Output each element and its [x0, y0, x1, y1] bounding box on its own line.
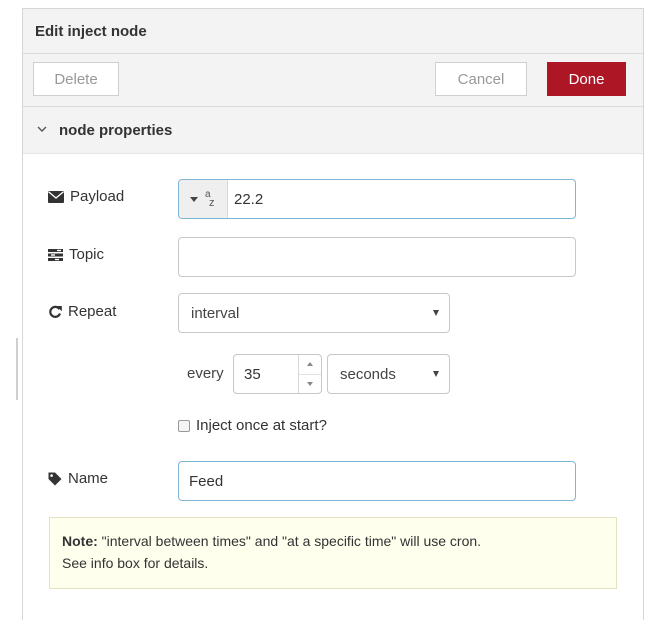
dialog-toolbar: Delete Cancel Done — [23, 54, 643, 107]
topic-label: Topic — [69, 246, 105, 263]
properties-form: Payload az 22.2 Topic Repeat interval ev… — [23, 154, 643, 622]
repeat-label-row: Repeat — [48, 303, 116, 320]
dialog-title: Edit inject node — [23, 9, 643, 54]
repeat-selected: interval — [191, 304, 240, 322]
resize-grip[interactable] — [16, 338, 18, 400]
spinner-up-icon — [307, 362, 313, 367]
units-selected: seconds — [340, 365, 396, 383]
string-type-icon: az — [205, 189, 215, 209]
repeat-select[interactable]: interval — [178, 293, 450, 333]
payload-typed-input: az 22.2 — [178, 179, 576, 219]
payload-label-row: Payload — [48, 188, 124, 205]
node-properties-header[interactable]: node properties — [23, 107, 643, 154]
payload-value[interactable]: 22.2 — [228, 191, 263, 208]
caret-down-icon — [190, 196, 198, 202]
name-input[interactable]: Feed — [178, 461, 576, 501]
cron-note: Note: "interval between times" and "at a… — [49, 517, 617, 589]
inject-once-row: Inject once at start? — [178, 417, 327, 434]
note-line2: See info box for details. — [62, 555, 209, 571]
workspace-edge — [0, 0, 18, 619]
interval-units-select[interactable]: seconds — [327, 354, 450, 394]
topic-input[interactable] — [178, 237, 576, 277]
topic-label-row: Topic — [48, 246, 104, 263]
tasks-icon — [48, 248, 63, 261]
inject-once-label[interactable]: Inject once at start? — [196, 417, 327, 434]
name-label-row: Name — [48, 470, 108, 487]
payload-label: Payload — [70, 188, 125, 205]
decrement-button[interactable] — [299, 373, 321, 394]
done-button[interactable]: Done — [547, 62, 626, 96]
section-title: node properties — [59, 121, 173, 139]
name-label: Name — [68, 470, 109, 487]
increment-button[interactable] — [299, 355, 321, 374]
note-prefix: Note: — [62, 533, 98, 549]
repeat-label: Repeat — [68, 303, 117, 320]
payload-type-selector[interactable]: az — [179, 180, 228, 218]
inject-once-checkbox[interactable] — [178, 419, 190, 432]
interval-spinner[interactable] — [298, 355, 321, 393]
every-label: every — [187, 365, 224, 382]
repeat-icon — [48, 305, 62, 319]
delete-button[interactable]: Delete — [33, 62, 119, 96]
tag-icon — [48, 472, 62, 486]
envelope-icon — [48, 190, 64, 203]
select-arrow-icon — [433, 310, 439, 316]
edit-node-dialog: Edit inject node Delete Cancel Done node… — [22, 8, 644, 620]
chevron-down-icon — [37, 124, 51, 136]
spinner-down-icon — [307, 381, 313, 386]
note-text: "interval between times" and "at a speci… — [97, 533, 482, 549]
interval-value[interactable]: 35 — [234, 366, 298, 383]
interval-number-input[interactable]: 35 — [233, 354, 322, 394]
cancel-button[interactable]: Cancel — [435, 62, 527, 96]
select-arrow-icon — [433, 371, 439, 377]
